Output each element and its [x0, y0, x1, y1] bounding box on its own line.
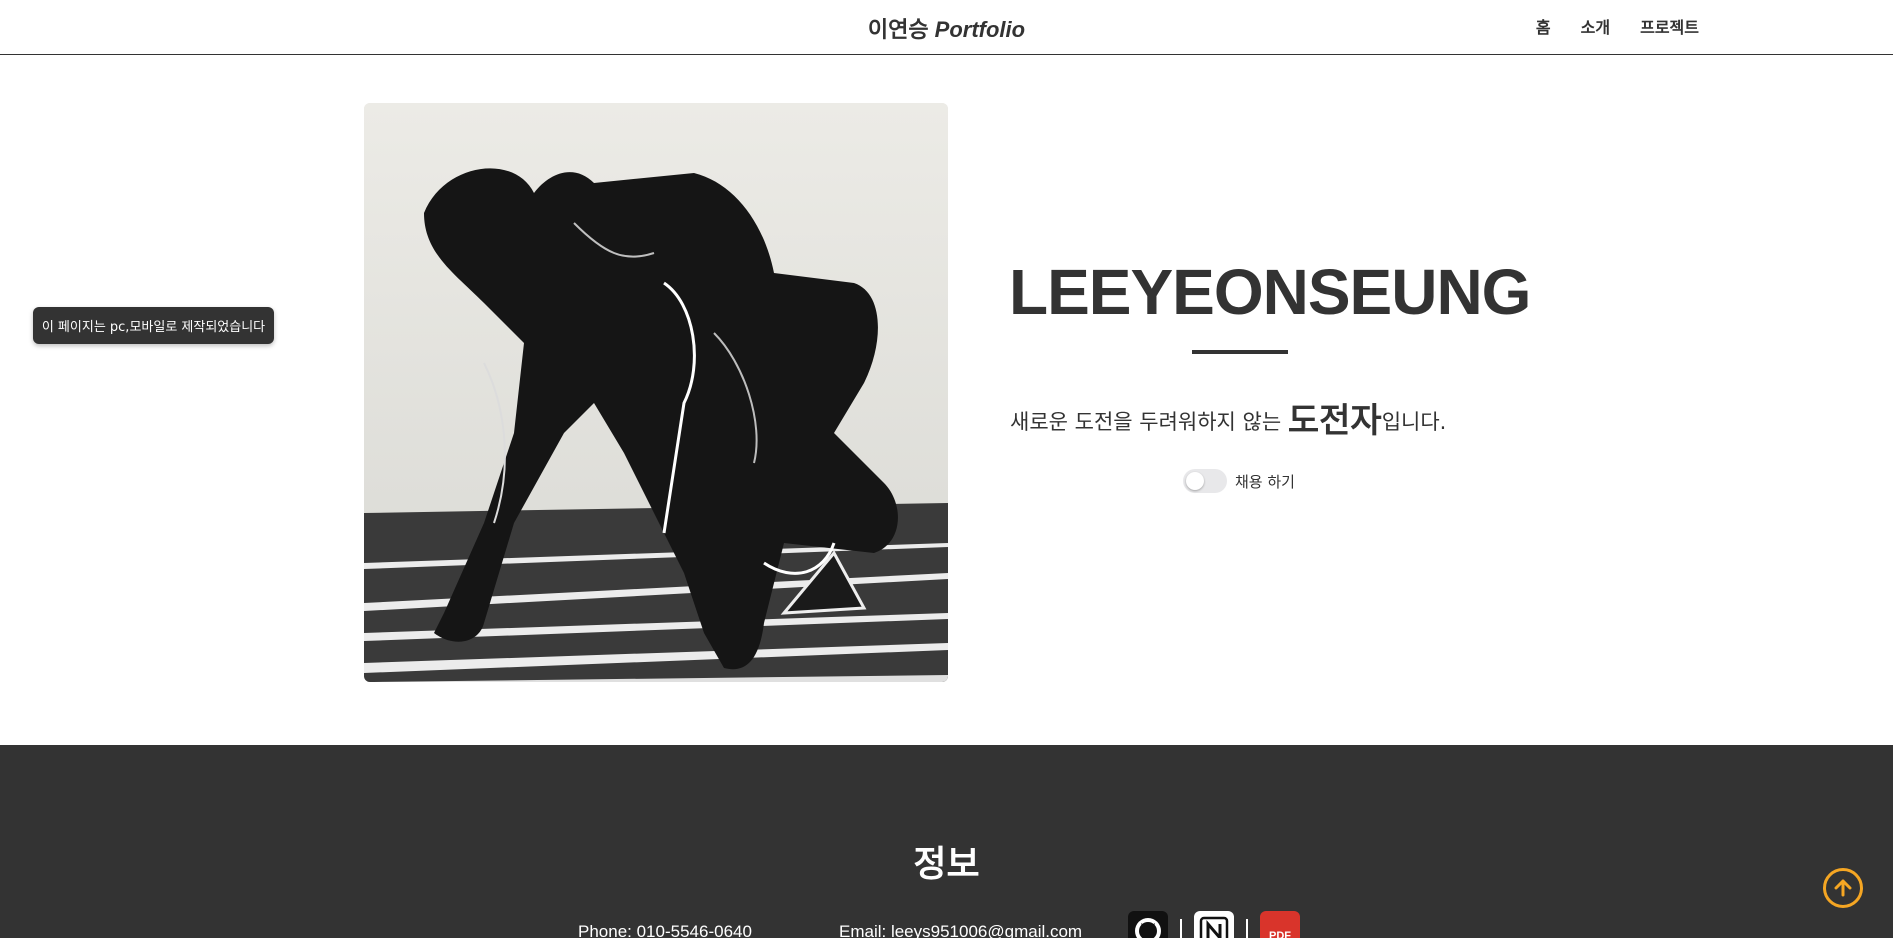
footer-phone: Phone: 010-5546-0640	[578, 922, 752, 938]
pdf-label: PDF	[1269, 930, 1291, 938]
nav-projects[interactable]: 프로젝트	[1640, 14, 1699, 38]
hero-image-sprinter	[364, 103, 948, 682]
hero-title: LEEYEONSEUNG	[1009, 256, 1531, 328]
footer-title: 정보	[913, 844, 980, 885]
footer-links: PDF	[1128, 911, 1300, 938]
hero-subtitle-suffix: 입니다.	[1381, 410, 1447, 434]
main-nav: 홈 소개 프로젝트	[1536, 14, 1699, 38]
nav-about[interactable]: 소개	[1581, 14, 1610, 38]
hero-subtitle: 새로운 도전을 두려워하지 않는 도전자입니다.	[1010, 393, 1510, 442]
toggle-knob	[1186, 472, 1204, 490]
logo-name: 이연승	[867, 18, 929, 43]
hero-divider	[1192, 350, 1288, 354]
hero-subtitle-emphasis: 도전자	[1287, 401, 1382, 441]
arrow-up-icon	[1834, 879, 1852, 897]
hero-subtitle-prefix: 새로운 도전을 두려워하지 않는	[1010, 410, 1282, 434]
footer-email[interactable]: Email: leeys951006@gmail.com	[839, 922, 1082, 938]
device-notice: 이 페이지는 pc,모바일로 제작되었습니다	[33, 307, 274, 344]
logo-accent: Portfolio	[934, 17, 1026, 42]
pdf-icon[interactable]: PDF	[1260, 911, 1300, 938]
link-separator	[1180, 919, 1182, 938]
hire-toggle-label: 채용 하기	[1235, 472, 1295, 491]
hire-toggle[interactable]	[1183, 469, 1227, 493]
nav-home[interactable]: 홈	[1536, 14, 1551, 38]
hire-toggle-row: 채용 하기	[1183, 469, 1295, 493]
github-icon[interactable]	[1128, 911, 1168, 938]
link-separator	[1246, 919, 1248, 938]
notion-icon[interactable]	[1194, 911, 1234, 938]
back-to-top-button[interactable]	[1823, 868, 1863, 908]
site-header: 이연승 Portfolio 홈 소개 프로젝트	[0, 0, 1893, 55]
